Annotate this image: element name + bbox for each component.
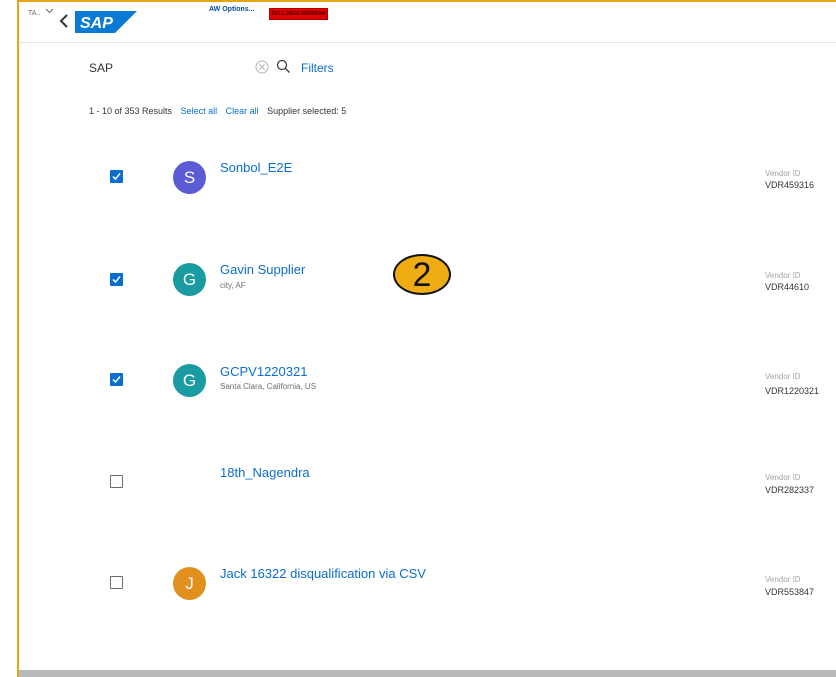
supplier-row: 18th_Nagendra Vendor ID VDR282337	[0, 440, 836, 540]
supplier-row: G GCPV1220321 Santa Clara, California, U…	[0, 340, 836, 440]
avatar: J	[173, 567, 206, 600]
aw-options-link[interactable]: AW Options...	[209, 6, 255, 13]
step-number-badge: 2	[393, 254, 451, 295]
row-checkbox[interactable]	[110, 475, 123, 488]
svg-text:SAP: SAP	[80, 15, 113, 32]
supplier-row: J Jack 16322 disqualification via CSV Ve…	[0, 540, 836, 640]
clear-search-icon[interactable]	[255, 60, 269, 79]
select-all-link[interactable]: Select all	[181, 106, 218, 116]
filters-button[interactable]: Filters	[301, 61, 334, 75]
supplier-row: S Sonbol_E2E Vendor ID VDR459316	[0, 140, 836, 240]
supplier-location: city, AF	[220, 281, 246, 290]
supplier-name[interactable]: Sonbol_E2E	[220, 160, 292, 175]
vendor-id-label: Vendor ID	[765, 473, 801, 482]
supplier-location: Santa Clara, California, US	[220, 382, 317, 391]
row-checkbox[interactable]	[110, 170, 123, 183]
supplier-name[interactable]: Jack 16322 disqualification via CSV	[220, 566, 426, 581]
vendor-id-label: Vendor ID	[765, 575, 801, 584]
results-count: 1 - 10 of 353 Results	[89, 106, 173, 116]
row-checkbox[interactable]	[110, 576, 123, 589]
search-input[interactable]: SAP	[89, 61, 113, 75]
vendor-id-label: Vendor ID	[765, 271, 801, 280]
vendor-id-value: VDR553847	[765, 587, 815, 597]
vendor-id-value: VDR459316	[765, 180, 815, 190]
horizontal-scrollbar[interactable]	[19, 670, 836, 677]
clear-all-link[interactable]: Clear all	[226, 106, 259, 116]
sap-logo[interactable]: SAP	[75, 11, 137, 38]
supplier-name[interactable]: Gavin Supplier	[220, 262, 305, 277]
shell-bar: TA.. SAP AW Options... FULL PAGE REFRESH	[19, 2, 836, 43]
avatar: G	[173, 364, 206, 397]
supplier-name[interactable]: 18th_Nagendra	[220, 465, 310, 480]
vendor-id-value: VDR44610	[765, 282, 810, 292]
results-toolbar: 1 - 10 of 353 Results Select all Clear a…	[89, 106, 346, 116]
chevron-down-icon[interactable]	[45, 7, 54, 16]
avatar: S	[173, 161, 206, 194]
vendor-id-value: VDR1220321	[765, 386, 820, 396]
supplier-name[interactable]: GCPV1220321	[220, 364, 307, 379]
vendor-id-label: Vendor ID	[765, 169, 801, 178]
vendor-id-label: Vendor ID	[765, 372, 801, 381]
search-icon[interactable]	[276, 59, 291, 79]
row-checkbox[interactable]	[110, 373, 123, 386]
full-page-refresh-button[interactable]: FULL PAGE REFRESH	[269, 8, 329, 20]
back-arrow-icon[interactable]	[57, 11, 71, 31]
ta-label[interactable]: TA..	[28, 10, 40, 17]
vendor-id-value: VDR282337	[765, 485, 815, 495]
avatar: G	[173, 263, 206, 296]
row-checkbox[interactable]	[110, 273, 123, 286]
selected-count: Supplier selected: 5	[267, 106, 347, 116]
